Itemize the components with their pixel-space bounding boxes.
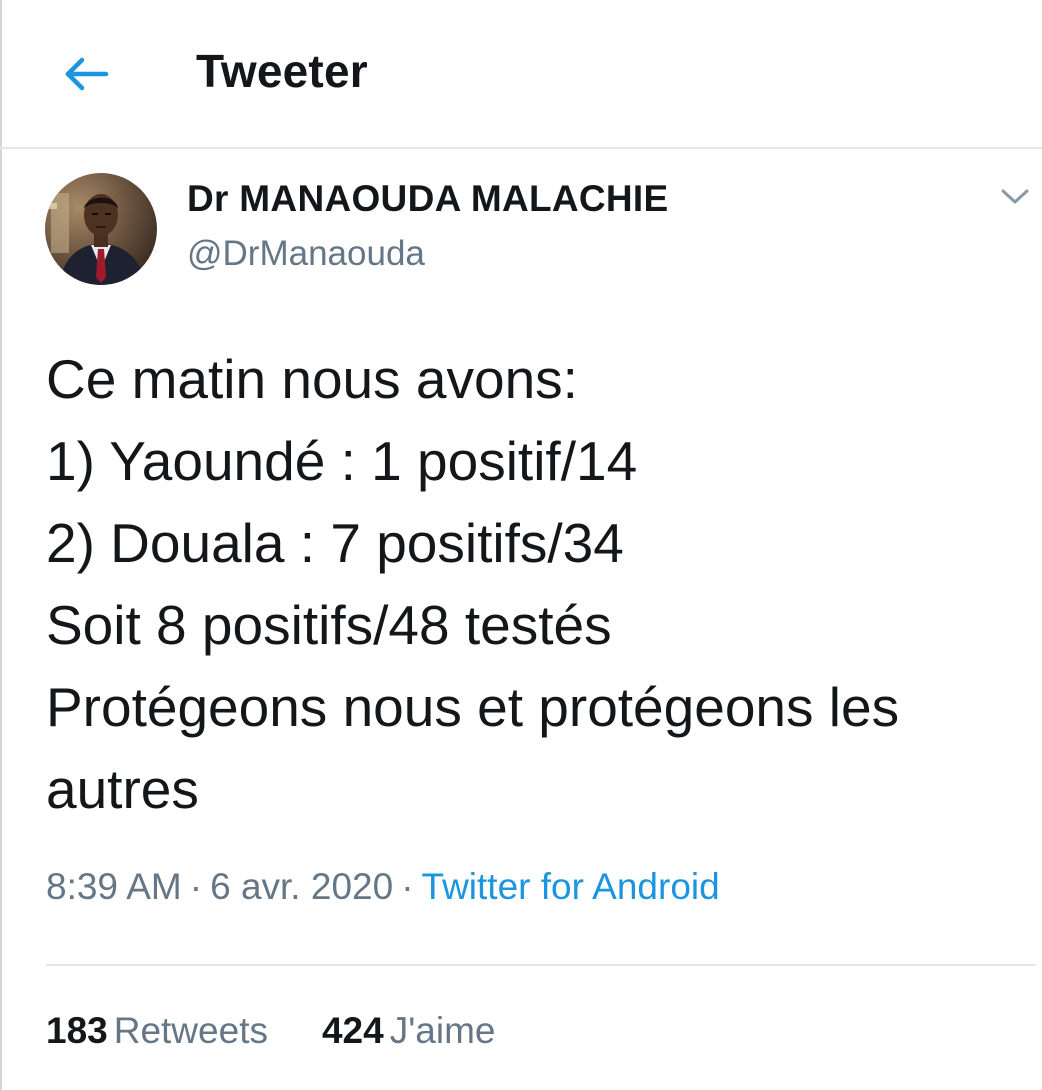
profile-photo-icon — [45, 173, 157, 285]
window-edge — [0, 0, 2, 1090]
stats-divider — [46, 964, 1036, 966]
tweet-text: Ce matin nous avons: 1) Yaoundé : 1 posi… — [46, 338, 1036, 830]
top-bar: Tweeter — [0, 0, 1042, 148]
likes-stat[interactable]: 424 J'aime — [322, 1010, 496, 1052]
meta-separator: · — [401, 866, 414, 907]
tweet-menu-button[interactable] — [995, 176, 1035, 216]
header-divider — [0, 147, 1042, 149]
tweet-text-line: 1) Yaoundé : 1 positif/14 — [46, 430, 638, 492]
tweet-stats: 183 Retweets 424 J'aime — [46, 1010, 495, 1052]
retweets-stat[interactable]: 183 Retweets — [46, 1010, 268, 1052]
likes-count: 424 — [321, 1010, 384, 1051]
author-handle[interactable]: @DrManaouda — [187, 234, 425, 274]
tweet-date[interactable]: 6 avr. 2020 — [210, 866, 393, 907]
retweets-label: Retweets — [113, 1010, 268, 1051]
tweet-text-line: Ce matin nous avons: — [46, 348, 578, 410]
tweet-text-line: Protégeons nous et protégeons les — [46, 676, 900, 738]
avatar[interactable] — [45, 173, 157, 285]
retweets-count: 183 — [46, 1010, 108, 1051]
tweet-text-line: autres — [46, 758, 199, 820]
tweet-text-line: 2) Douala : 7 positifs/34 — [46, 512, 624, 574]
chevron-down-icon — [1001, 189, 1029, 204]
tweet-source-link[interactable]: Twitter for Android — [422, 866, 720, 907]
meta-separator: · — [189, 866, 203, 907]
tweet-text-line: Soit 8 positifs/48 testés — [46, 594, 612, 656]
likes-label: J'aime — [389, 1010, 496, 1051]
page-title: Tweeter — [196, 45, 368, 97]
tweet-meta: 8:39 AM · 6 avr. 2020 · Twitter for Android — [46, 866, 720, 908]
back-button[interactable] — [58, 50, 114, 98]
arrow-left-icon — [65, 57, 109, 91]
author-display-name[interactable]: Dr MANAOUDA MALACHIE — [187, 178, 669, 220]
tweet-time[interactable]: 8:39 AM — [46, 866, 182, 907]
